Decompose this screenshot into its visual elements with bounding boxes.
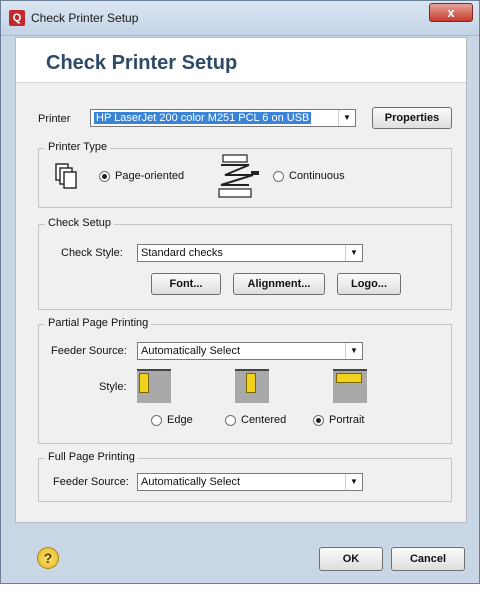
ok-button[interactable]: OK <box>319 547 383 571</box>
properties-button[interactable]: Properties <box>372 107 452 129</box>
centered-label-text: Centered <box>241 414 287 426</box>
properties-button-label: Properties <box>384 112 440 124</box>
page-oriented-label: Page-oriented <box>115 170 185 182</box>
logo-button-label: Logo... <box>350 278 388 290</box>
cancel-button[interactable]: Cancel <box>391 547 465 571</box>
app-icon: Q <box>9 10 25 26</box>
header-band: Check Printer Setup <box>16 38 466 83</box>
check-printer-setup-window: Q Check Printer Setup x Check Printer Se… <box>0 0 480 584</box>
printer-select[interactable]: HP LaserJet 200 color M251 PCL 6 on USB … <box>90 109 356 127</box>
printer-select-value: HP LaserJet 200 color M251 PCL 6 on USB <box>94 112 312 124</box>
check-icon <box>336 373 362 383</box>
full-feeder-value: Automatically Select <box>141 476 241 488</box>
continuous-radio[interactable] <box>273 171 284 182</box>
font-button[interactable]: Font... <box>151 273 221 295</box>
centered-radio[interactable] <box>225 415 236 426</box>
partial-style-label: Style: <box>99 381 127 393</box>
portrait-style-image[interactable] <box>333 369 367 403</box>
logo-button[interactable]: Logo... <box>337 273 401 295</box>
alignment-button-label: Alignment... <box>247 278 311 290</box>
centered-label: Centered <box>241 414 286 426</box>
window-title: Check Printer Setup <box>31 11 139 25</box>
full-feeder-select[interactable]: Automatically Select ▼ <box>137 473 363 491</box>
portrait-label-text: Portrait <box>329 414 365 426</box>
edge-label-text: Edge <box>167 414 193 426</box>
printer-type-title: Printer Type <box>45 141 111 153</box>
centered-style-image[interactable] <box>235 369 269 403</box>
help-icon[interactable]: ? <box>37 547 59 569</box>
partial-feeder-label: Feeder Source: <box>51 345 127 357</box>
full-page-group: Full Page Printing Feeder Source: Automa… <box>38 451 452 502</box>
full-feeder-label: Feeder Source: <box>53 476 129 488</box>
page-oriented-printer-icon <box>55 163 77 189</box>
close-button[interactable]: x <box>429 3 473 22</box>
edge-label: Edge <box>167 414 193 426</box>
page-oriented-radio[interactable] <box>99 171 110 182</box>
dialog-heading: Check Printer Setup <box>46 52 238 74</box>
title-bar[interactable]: Q Check Printer Setup x <box>1 1 479 36</box>
continuous-label-text: Continuous <box>289 170 345 182</box>
cancel-button-label: Cancel <box>409 553 447 565</box>
help-icon-glyph: ? <box>43 550 53 566</box>
portrait-radio[interactable] <box>313 415 324 426</box>
partial-page-title: Partial Page Printing <box>45 317 152 329</box>
check-icon <box>246 373 256 393</box>
check-style-select[interactable]: Standard checks ▼ <box>137 244 363 262</box>
edge-radio[interactable] <box>151 415 162 426</box>
check-setup-group: Check Setup Check Style: Standard checks… <box>38 217 452 310</box>
chevron-down-icon: ▼ <box>345 245 362 261</box>
chevron-down-icon: ▼ <box>338 110 355 126</box>
check-setup-title: Check Setup <box>45 217 114 229</box>
portrait-label: Portrait <box>329 414 364 426</box>
check-style-label: Check Style: <box>61 247 123 259</box>
close-icon: x <box>447 5 455 20</box>
edge-style-image[interactable] <box>137 369 171 403</box>
chevron-down-icon: ▼ <box>345 474 362 490</box>
full-page-title: Full Page Printing <box>45 451 138 463</box>
partial-feeder-value: Automatically Select <box>141 345 241 357</box>
printer-label: Printer <box>38 113 71 125</box>
partial-page-group: Partial Page Printing Feeder Source: Aut… <box>38 317 452 444</box>
continuous-printer-icon <box>218 154 259 198</box>
printer-type-group: Printer Type Page-oriented Continuous <box>38 141 452 208</box>
check-style-value: Standard checks <box>141 247 223 259</box>
dialog-body: Check Printer Setup Printer HP LaserJet … <box>15 37 467 523</box>
chevron-down-icon: ▼ <box>345 343 362 359</box>
alignment-button[interactable]: Alignment... <box>233 273 325 295</box>
partial-feeder-select[interactable]: Automatically Select ▼ <box>137 342 363 360</box>
check-icon <box>139 373 149 393</box>
font-button-label: Font... <box>169 278 203 290</box>
ok-button-label: OK <box>342 553 360 565</box>
continuous-label: Continuous <box>289 170 345 182</box>
